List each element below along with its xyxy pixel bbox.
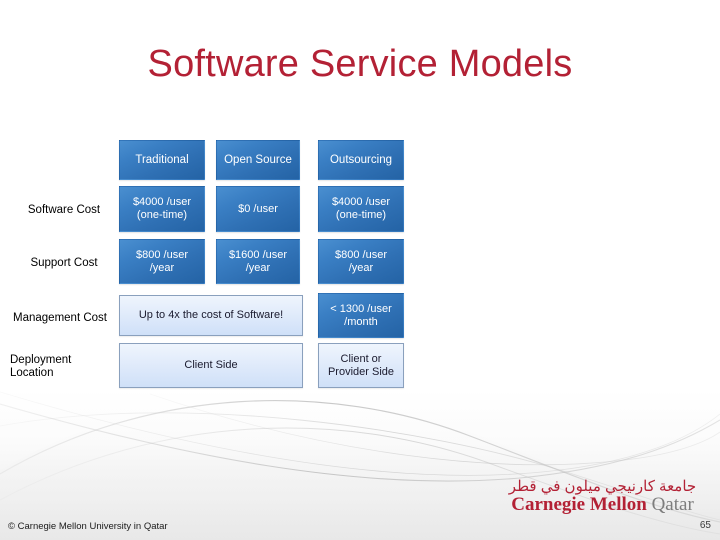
cell-support-cost-outsourcing: $800 /user /year [318, 239, 404, 284]
table-row: Management Cost Up to 4x the cost of Sof… [0, 293, 420, 341]
table-row: Software Cost $4000 /user (one-time) $0 … [0, 186, 420, 236]
table-row: Deployment Location Client Side Client o… [0, 343, 420, 393]
cell-software-cost-outsourcing: $4000 /user (one-time) [318, 186, 404, 232]
logo-arabic-text: جامعة كارنيجي ميلون في قطر [508, 478, 697, 495]
logo-qatar-text: Qatar [651, 494, 694, 515]
cell-support-cost-traditional: $800 /user /year [119, 239, 205, 284]
cell-support-cost-open-source: $1600 /user /year [216, 239, 300, 284]
copyright-footer: © Carnegie Mellon University in Qatar [8, 521, 168, 532]
slide-canvas: Software Service Models Traditional Open… [0, 0, 720, 540]
column-header-outsourcing: Outsourcing [318, 140, 404, 180]
column-header-traditional: Traditional [119, 140, 205, 180]
row-label-support-cost: Support Cost [30, 257, 98, 269]
table-row: Support Cost $800 /user /year $1600 /use… [0, 239, 420, 289]
cell-software-cost-traditional: $4000 /user (one-time) [119, 186, 205, 232]
row-label-management-cost: Management Cost [13, 312, 107, 324]
logo-latin-text: Carnegie Mellon Qatar [500, 494, 705, 515]
carnegie-mellon-qatar-logo: جامعة كارنيجي ميلون في قطر Carnegie Mell… [500, 478, 705, 515]
page-number: 65 [699, 520, 711, 531]
column-header-open-source: Open Source [216, 140, 300, 180]
logo-carnegie-mellon-text: Carnegie Mellon [511, 494, 652, 515]
table-header-row: Traditional Open Source Outsourcing [0, 135, 420, 180]
row-label-software-cost: Software Cost [27, 204, 101, 216]
cell-management-cost-merged: Up to 4x the cost of Software! [119, 295, 303, 336]
cell-management-cost-outsourcing: < 1300 /user /month [318, 293, 404, 338]
row-label-deployment-location: Deployment Location [10, 354, 72, 379]
page-title: Software Service Models [147, 43, 573, 85]
cell-software-cost-open-source: $0 /user [216, 186, 300, 232]
cell-deployment-location-merged: Client Side [119, 343, 303, 388]
cell-deployment-location-outsourcing: Client or Provider Side [318, 343, 404, 388]
